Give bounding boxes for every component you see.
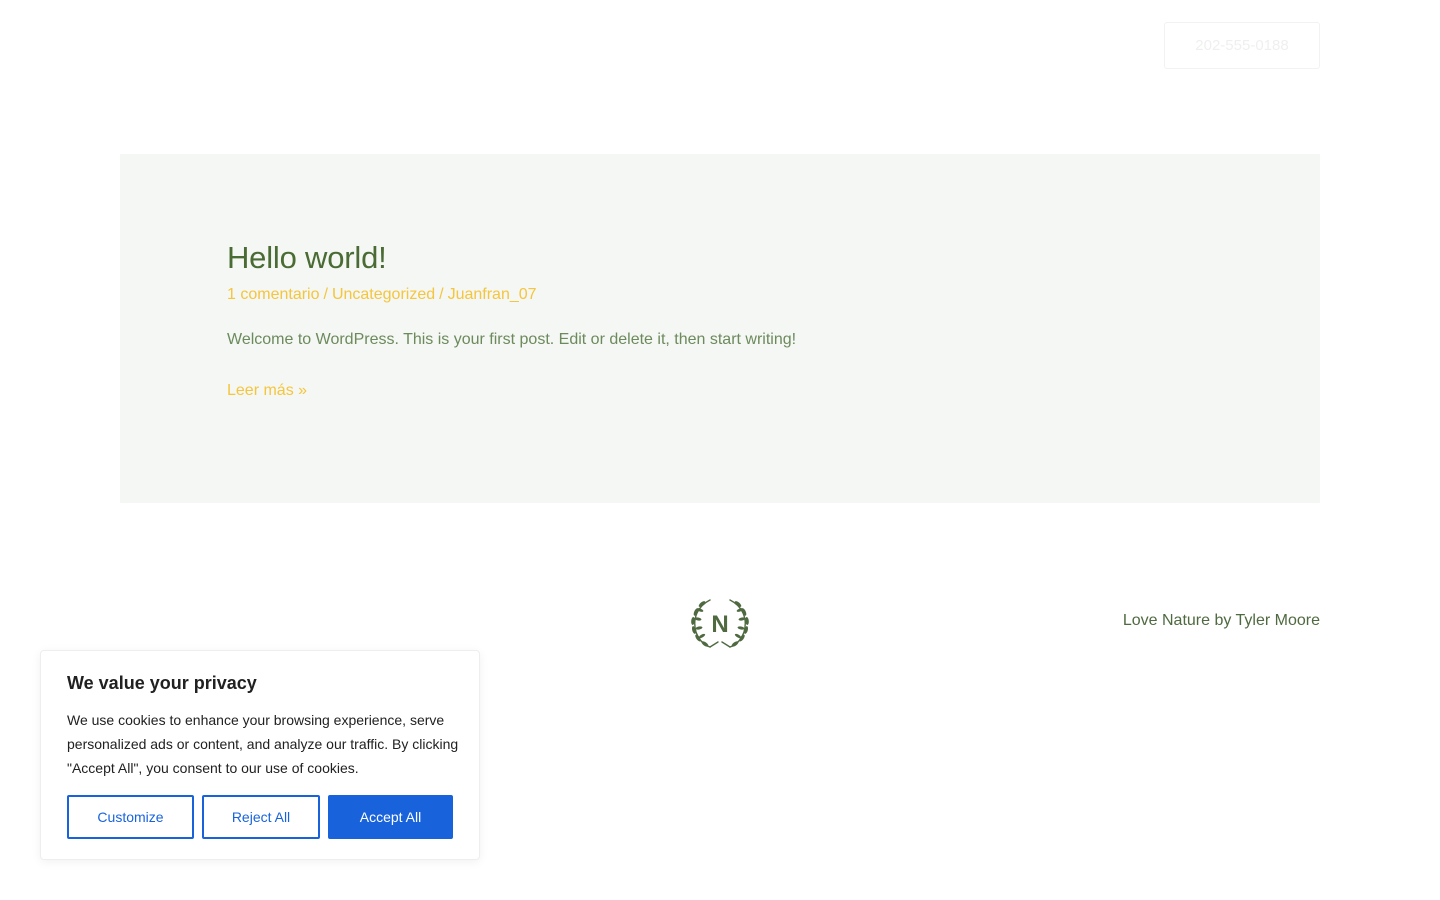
laurel-wreath-icon: N bbox=[691, 599, 749, 648]
post-card: Hello world! 1 comentario / Uncategorized /… bbox=[120, 154, 1320, 503]
meta-separator: / bbox=[439, 286, 444, 303]
read-more-link[interactable]: Leer más » bbox=[227, 382, 307, 400]
customize-button[interactable]: Customize bbox=[67, 795, 194, 839]
post-author-link[interactable]: Juanfran_07 bbox=[448, 286, 537, 303]
post-title[interactable]: Hello world! bbox=[227, 240, 387, 276]
phone-button[interactable]: 202-555-0188 bbox=[1164, 22, 1320, 69]
post-comments-link[interactable]: 1 comentario bbox=[227, 286, 320, 303]
cookie-consent-banner: We value your privacy We use cookies to … bbox=[40, 650, 480, 860]
footer-credit: Love Nature by Tyler Moore bbox=[1122, 612, 1320, 629]
accept-all-button[interactable]: Accept All bbox=[328, 795, 453, 839]
reject-all-button[interactable]: Reject All bbox=[202, 795, 320, 839]
site-header: 202-555-0188 bbox=[0, 0, 1440, 100]
footer-logo[interactable]: N bbox=[688, 594, 752, 652]
post-category-link[interactable]: Uncategorized bbox=[332, 286, 435, 303]
cookie-banner-title: We value your privacy bbox=[67, 673, 257, 693]
meta-separator: / bbox=[323, 286, 328, 303]
logo-letter: N bbox=[711, 611, 728, 638]
cookie-banner-text: We use cookies to enhance your browsing … bbox=[67, 712, 459, 776]
post-excerpt: Welcome to WordPress. This is your first… bbox=[227, 331, 797, 348]
post-meta: 1 comentario / Uncategorized / Juanfran_07 bbox=[227, 286, 537, 304]
